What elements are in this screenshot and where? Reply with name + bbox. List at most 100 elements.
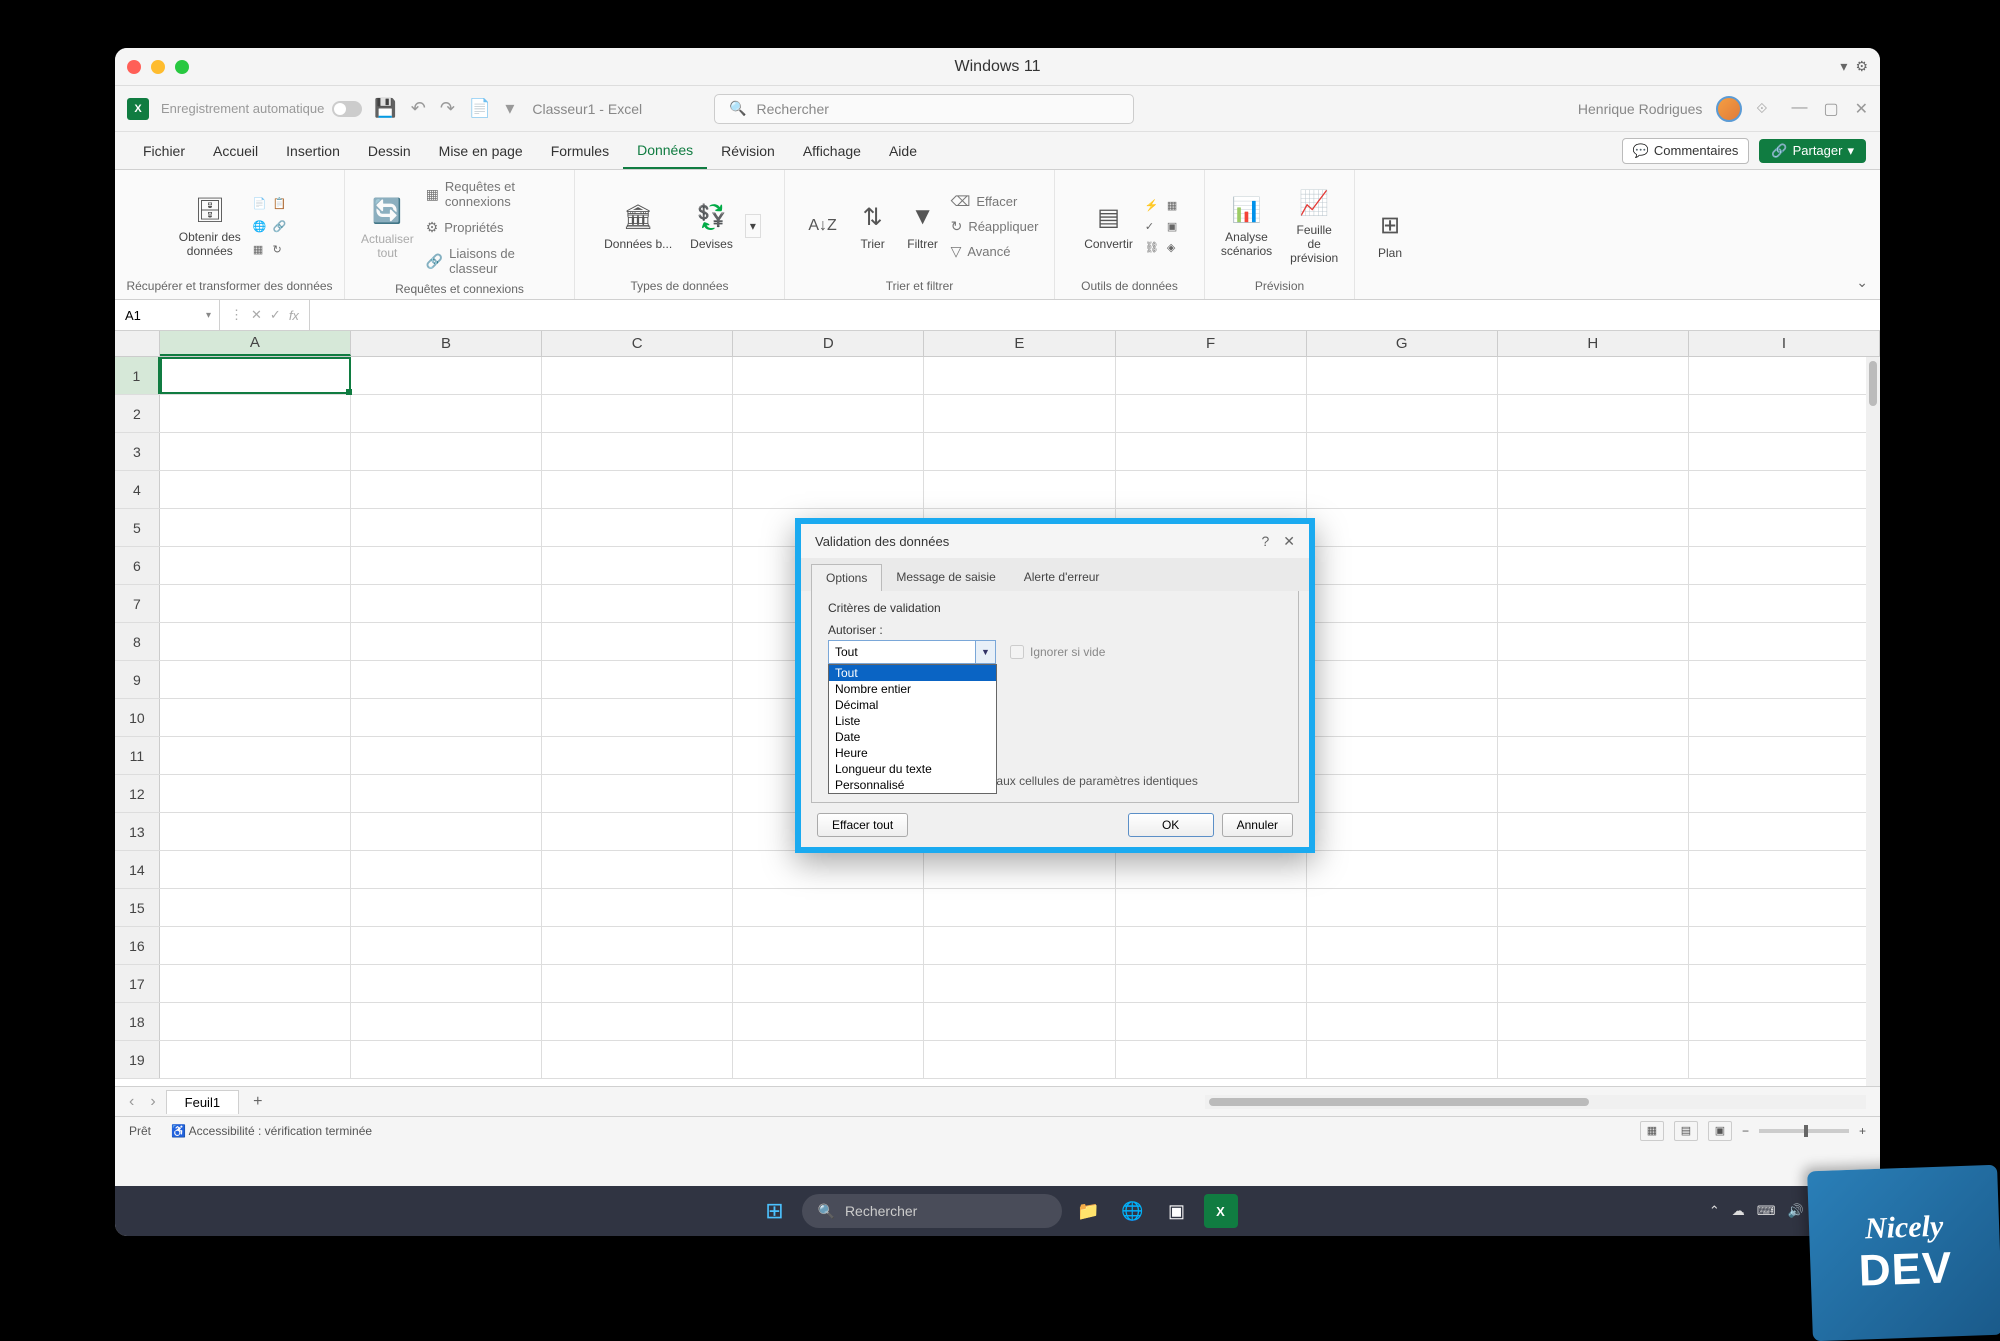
ok-button[interactable]: OK xyxy=(1128,813,1214,837)
cell[interactable] xyxy=(733,851,924,888)
cell[interactable] xyxy=(1689,661,1880,698)
cell[interactable] xyxy=(1689,851,1880,888)
from-table-icon[interactable]: ▦ xyxy=(253,243,267,256)
cell[interactable] xyxy=(160,813,351,850)
data-types-more-button[interactable]: ▾ xyxy=(745,214,761,238)
queries-button[interactable]: ▦Requêtes et connexions xyxy=(426,176,564,212)
row-header[interactable]: 4 xyxy=(115,471,160,508)
share-button[interactable]: 🔗 Partager ▾ xyxy=(1759,139,1866,163)
col-header-f[interactable]: F xyxy=(1116,331,1307,356)
cell[interactable] xyxy=(924,433,1115,470)
dropdown-icon[interactable]: ▾ xyxy=(1840,58,1847,75)
cancel-icon[interactable]: ✕ xyxy=(251,307,262,323)
cell[interactable] xyxy=(733,927,924,964)
cell[interactable] xyxy=(542,585,733,622)
cell[interactable] xyxy=(160,889,351,926)
start-button[interactable]: ⊞ xyxy=(758,1194,792,1228)
cell[interactable] xyxy=(1307,585,1498,622)
cell[interactable] xyxy=(1307,699,1498,736)
cell[interactable] xyxy=(1689,395,1880,432)
cell[interactable] xyxy=(733,357,924,394)
tray-sound-icon[interactable]: 🔊 xyxy=(1788,1203,1804,1219)
cell[interactable] xyxy=(351,1003,542,1040)
remove-dup-icon[interactable]: ▦ xyxy=(1167,199,1181,212)
reapply-button[interactable]: ↻Réappliquer xyxy=(951,215,1039,238)
cell[interactable] xyxy=(1498,737,1689,774)
zoom-slider[interactable] xyxy=(1759,1129,1849,1133)
cell[interactable] xyxy=(160,1003,351,1040)
cell[interactable] xyxy=(924,1041,1115,1078)
undo-icon[interactable]: ↶ xyxy=(411,98,426,119)
cell[interactable] xyxy=(1116,965,1307,1002)
cell[interactable] xyxy=(351,813,542,850)
row-header[interactable]: 6 xyxy=(115,547,160,584)
cell[interactable] xyxy=(924,889,1115,926)
cell[interactable] xyxy=(1498,661,1689,698)
tray-input-icon[interactable]: ⌨ xyxy=(1757,1203,1776,1219)
data-model-icon[interactable]: ◈ xyxy=(1167,241,1181,254)
collapse-ribbon-icon[interactable]: ⌄ xyxy=(1856,274,1868,291)
cell[interactable] xyxy=(160,395,351,432)
whatif-button[interactable]: 📊Analyse scénarios xyxy=(1215,194,1278,258)
cell[interactable] xyxy=(351,585,542,622)
cancel-button[interactable]: Annuler xyxy=(1222,813,1293,837)
normal-view-button[interactable]: ▦ xyxy=(1640,1121,1664,1141)
cell[interactable] xyxy=(160,585,351,622)
row-header[interactable]: 7 xyxy=(115,585,160,622)
option-tout[interactable]: Tout xyxy=(829,665,996,681)
cell[interactable] xyxy=(1689,927,1880,964)
cell[interactable] xyxy=(733,965,924,1002)
zoom-in-button[interactable]: + xyxy=(1859,1124,1866,1138)
filter-button[interactable]: ▼Filtrer xyxy=(901,201,945,251)
row-header[interactable]: 3 xyxy=(115,433,160,470)
cell[interactable] xyxy=(1689,775,1880,812)
cell[interactable] xyxy=(1689,889,1880,926)
sheet-nav-prev-icon[interactable]: ‹ xyxy=(123,1093,140,1111)
row-header[interactable]: 2 xyxy=(115,395,160,432)
clear-filter-button[interactable]: ⌫Effacer xyxy=(951,190,1039,213)
cell[interactable] xyxy=(351,927,542,964)
clear-all-button[interactable]: Effacer tout xyxy=(817,813,908,837)
cell[interactable] xyxy=(924,471,1115,508)
cell[interactable] xyxy=(1498,547,1689,584)
dialog-tab-input-msg[interactable]: Message de saisie xyxy=(882,564,1009,591)
cell[interactable] xyxy=(542,889,733,926)
option-nombre-entier[interactable]: Nombre entier xyxy=(829,681,996,697)
tab-donnees[interactable]: Données xyxy=(623,132,707,169)
redo-icon[interactable]: ↷ xyxy=(440,98,455,119)
col-header-d[interactable]: D xyxy=(733,331,924,356)
cell[interactable] xyxy=(1498,357,1689,394)
file-explorer-icon[interactable]: 📁 xyxy=(1072,1194,1106,1228)
close-icon[interactable]: ✕ xyxy=(1855,99,1868,119)
cell[interactable] xyxy=(542,661,733,698)
cell[interactable] xyxy=(1689,433,1880,470)
cell[interactable] xyxy=(1307,623,1498,660)
cell[interactable] xyxy=(1307,357,1498,394)
cell[interactable] xyxy=(924,395,1115,432)
tab-accueil[interactable]: Accueil xyxy=(199,132,272,169)
row-header[interactable]: 16 xyxy=(115,927,160,964)
cell[interactable] xyxy=(351,737,542,774)
cell[interactable] xyxy=(542,965,733,1002)
dialog-tab-options[interactable]: Options xyxy=(811,564,882,591)
cell[interactable] xyxy=(1307,661,1498,698)
row-header[interactable]: 17 xyxy=(115,965,160,1002)
minimize-window-icon[interactable] xyxy=(151,60,165,74)
cell[interactable] xyxy=(542,1041,733,1078)
cell[interactable] xyxy=(924,965,1115,1002)
name-box[interactable]: A1 xyxy=(115,300,220,330)
cell[interactable] xyxy=(351,623,542,660)
data-type-1-button[interactable]: 🏛Données b... xyxy=(598,201,678,251)
tab-affichage[interactable]: Affichage xyxy=(789,132,875,169)
relationships-icon[interactable]: ⛓ xyxy=(1145,241,1159,254)
save-icon[interactable]: 💾 xyxy=(374,98,396,119)
cell[interactable] xyxy=(1498,509,1689,546)
cell[interactable] xyxy=(1307,471,1498,508)
cell[interactable] xyxy=(733,395,924,432)
option-longueur[interactable]: Longueur du texte xyxy=(829,761,996,777)
cell[interactable] xyxy=(542,737,733,774)
cell[interactable] xyxy=(1689,547,1880,584)
select-all-corner[interactable] xyxy=(115,331,160,356)
cell[interactable] xyxy=(1498,585,1689,622)
refresh-icon[interactable]: ↻ xyxy=(273,243,287,256)
